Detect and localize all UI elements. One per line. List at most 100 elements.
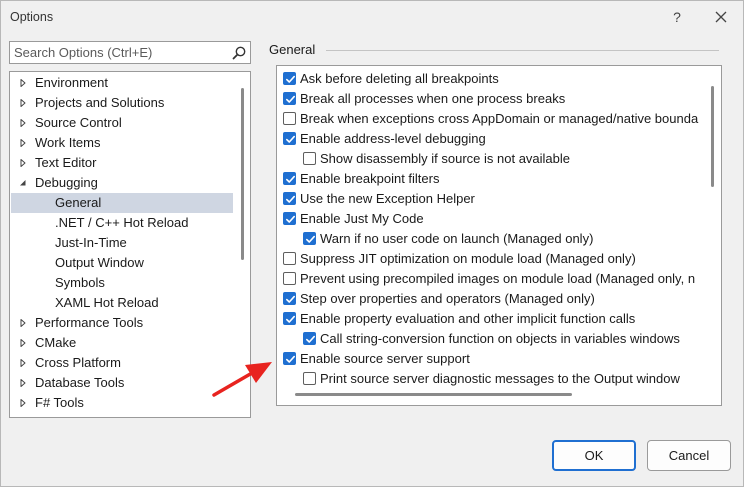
title-bar: Options ? [1, 1, 743, 33]
tree-item[interactable]: XAML Hot Reload [11, 293, 233, 313]
checkbox-checked[interactable] [283, 92, 296, 105]
tree-item-label: Performance Tools [35, 315, 144, 330]
checkbox-checked[interactable] [283, 172, 296, 185]
checkmark-icon [286, 75, 295, 83]
option-label: Enable address-level debugging [300, 131, 486, 146]
search-input[interactable] [14, 44, 224, 61]
tree-item-label: Cross Platform [35, 355, 121, 370]
option-label: Warn if no user code on launch (Managed … [320, 231, 594, 246]
tree-item-label: Text Editor [35, 155, 97, 170]
collapsed-arrow-icon[interactable] [17, 73, 29, 93]
tree-item[interactable]: Database Tools [11, 373, 233, 393]
checkbox-unchecked[interactable] [283, 252, 296, 265]
tree-item[interactable]: Source Control [11, 113, 233, 133]
options-dialog: Options ? Environment Projects and Soluti… [0, 0, 744, 487]
checkbox-checked[interactable] [283, 292, 296, 305]
checkbox-checked[interactable] [283, 212, 296, 225]
tree-item[interactable]: F# Tools [11, 393, 233, 413]
checkmark-icon [286, 175, 295, 183]
checkmark-icon [286, 95, 295, 103]
collapsed-arrow-icon[interactable] [17, 353, 29, 373]
tree-item[interactable]: Environment [11, 73, 233, 93]
tree-item-label: Environment [35, 75, 108, 90]
tree-item[interactable]: Work Items [11, 133, 233, 153]
cancel-button[interactable]: Cancel [647, 440, 731, 471]
option-label: Suppress JIT optimization on module load… [300, 251, 636, 266]
checkbox-checked[interactable] [283, 312, 296, 325]
option-label: Enable Just My Code [300, 211, 424, 226]
option-label: Print source server diagnostic messages … [320, 371, 680, 386]
checkbox-checked[interactable] [283, 132, 296, 145]
option-label: Enable property evaluation and other imp… [300, 311, 636, 326]
collapsed-arrow-icon[interactable] [17, 153, 29, 173]
collapsed-arrow-icon[interactable] [17, 93, 29, 113]
tree-item[interactable]: Symbols [11, 273, 233, 293]
search-icon[interactable] [231, 45, 247, 61]
checkbox-checked[interactable] [283, 72, 296, 85]
section-divider [326, 50, 719, 51]
tree-item-label: Source Control [35, 115, 122, 130]
option-label: Step over properties and operators (Mana… [300, 291, 595, 306]
tree-item-label: F# Tools [35, 395, 84, 410]
checkmark-icon [286, 195, 295, 203]
tree-item-label: Work Items [35, 135, 101, 150]
tree-item-label: Projects and Solutions [35, 95, 165, 110]
tree-item-label: Debugging [35, 175, 98, 190]
checkmark-icon [286, 355, 295, 363]
ok-button[interactable]: OK [552, 440, 636, 471]
checkmark-icon [306, 335, 315, 343]
collapsed-arrow-icon[interactable] [17, 113, 29, 133]
checkbox-checked[interactable] [303, 232, 316, 245]
options-horizontal-scrollbar[interactable] [295, 393, 572, 396]
window-title: Options [10, 10, 54, 24]
collapsed-arrow-icon[interactable] [17, 373, 29, 393]
options-list[interactable]: Ask before deleting all breakpoints Break… [276, 65, 722, 406]
option-label: Enable source server support [300, 351, 470, 366]
tree-item-label: CMake [35, 335, 77, 350]
tree-item[interactable]: Output Window [11, 253, 233, 273]
section-title: General [269, 42, 316, 57]
tree-item[interactable]: Performance Tools [11, 313, 233, 333]
tree-item-label: Symbols [55, 275, 105, 290]
options-vertical-scrollbar[interactable] [711, 86, 714, 187]
tree-vertical-scrollbar[interactable] [241, 88, 244, 260]
checkbox-unchecked[interactable] [283, 272, 296, 285]
tree-item[interactable]: Debugging [11, 173, 233, 193]
collapsed-arrow-icon[interactable] [17, 333, 29, 353]
tree-item[interactable]: General [11, 193, 233, 213]
search-box[interactable] [9, 41, 251, 64]
collapsed-arrow-icon[interactable] [17, 393, 29, 413]
checkbox-unchecked[interactable] [303, 152, 316, 165]
option-label: Show disassembly if source is not availa… [320, 151, 571, 166]
expanded-arrow-icon[interactable] [17, 173, 29, 193]
tree-item[interactable]: Projects and Solutions [11, 93, 233, 113]
tree-item-label: Database Tools [35, 375, 125, 390]
tree-item[interactable]: Text Editor [11, 153, 233, 173]
option-label: Use the new Exception Helper [300, 191, 475, 206]
close-button[interactable] [709, 5, 733, 29]
checkbox-checked[interactable] [283, 192, 296, 205]
checkbox-checked[interactable] [283, 352, 296, 365]
tree-item-label: Just-In-Time [55, 235, 127, 250]
option-label: Prevent using precompiled images on modu… [300, 271, 696, 286]
collapsed-arrow-icon[interactable] [17, 313, 29, 333]
option-label: Ask before deleting all breakpoints [300, 71, 499, 86]
checkbox-checked[interactable] [303, 332, 316, 345]
option-label: Break when exceptions cross AppDomain or… [300, 111, 699, 126]
close-icon [715, 11, 727, 23]
tree-item[interactable]: Cross Platform [11, 353, 233, 373]
checkbox-unchecked[interactable] [283, 112, 296, 125]
tree-item-label: Output Window [55, 255, 144, 270]
help-button[interactable]: ? [665, 5, 689, 29]
annotation-arrow [212, 362, 272, 397]
checkmark-icon [286, 135, 295, 143]
collapsed-arrow-icon[interactable] [17, 133, 29, 153]
checkmark-icon [286, 295, 295, 303]
tree-item[interactable]: Just-In-Time [11, 233, 233, 253]
tree-item[interactable]: CMake [11, 333, 233, 353]
tree-item[interactable]: .NET / C++ Hot Reload [11, 213, 233, 233]
checkbox-unchecked[interactable] [303, 372, 316, 385]
tree-item-label: XAML Hot Reload [55, 295, 159, 310]
option-label: Enable breakpoint filters [300, 171, 440, 186]
option-label: Call string-conversion function on objec… [320, 331, 680, 346]
